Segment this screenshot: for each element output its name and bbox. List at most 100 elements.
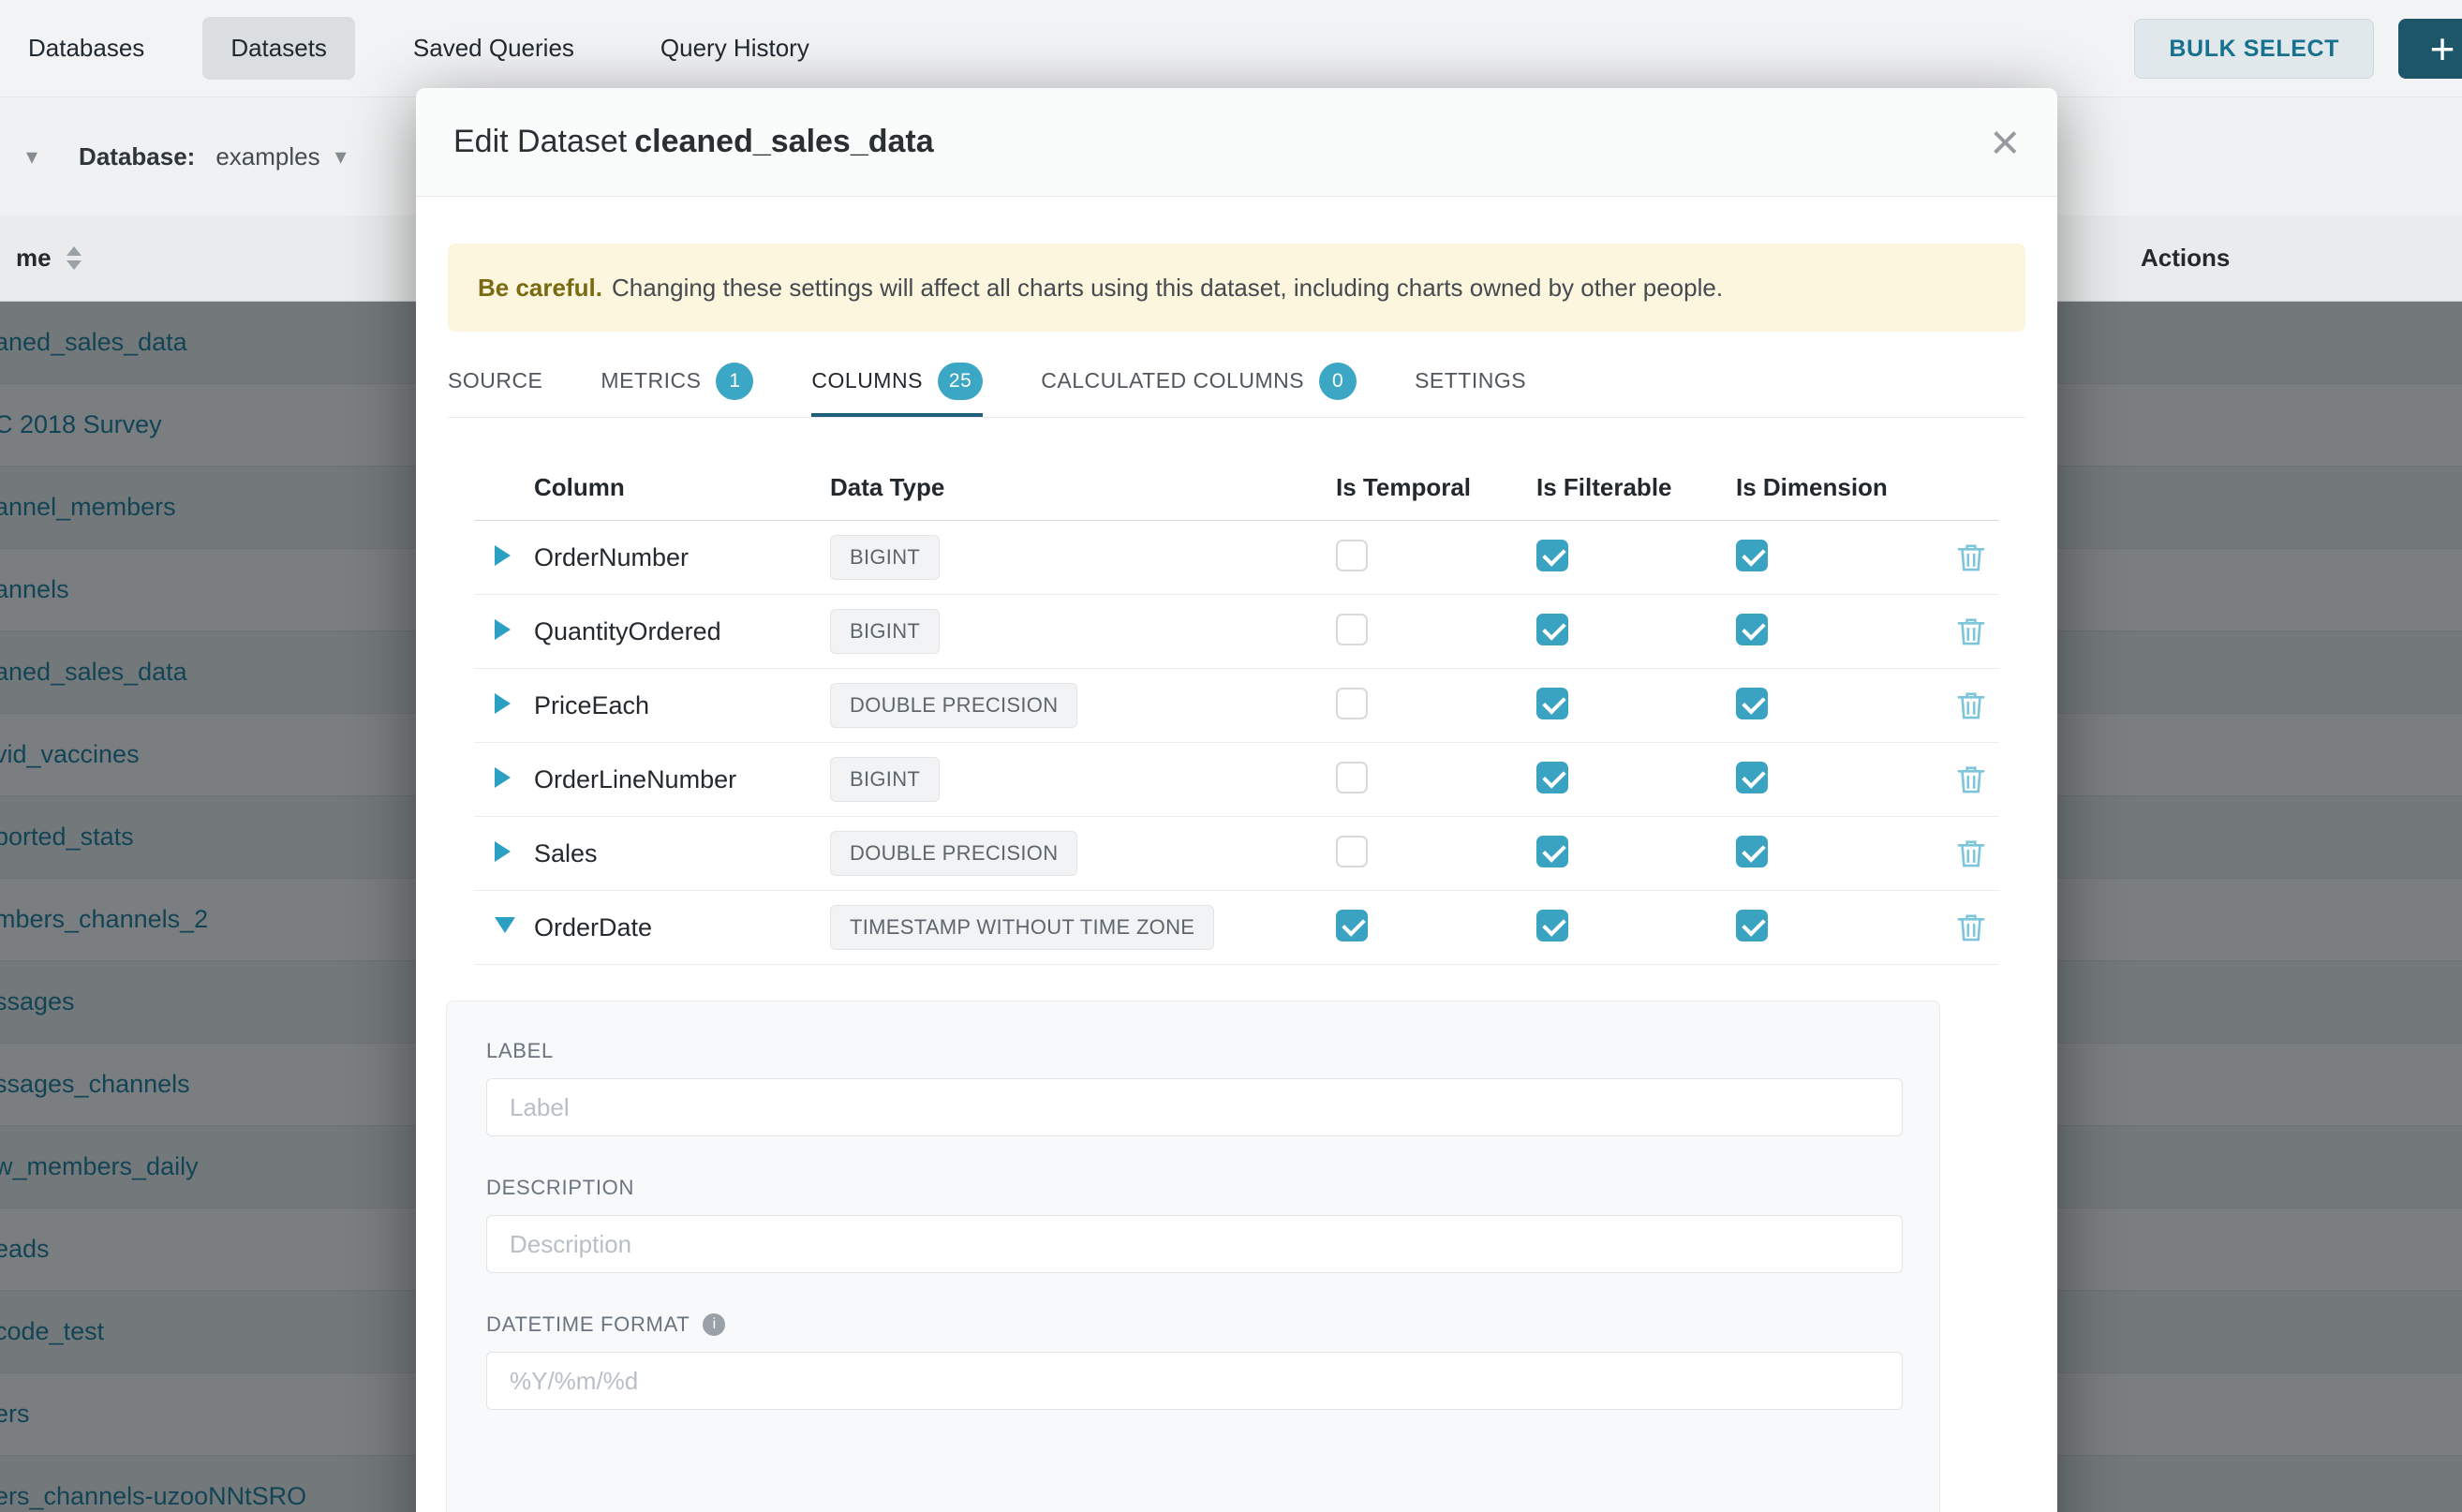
is-dimension-checkbox[interactable] [1736, 836, 1768, 867]
column-row: OrderDate TIMESTAMP WITHOUT TIME ZONE [474, 891, 1999, 965]
modal-title: Edit Datasetcleaned_sales_data [453, 124, 934, 160]
label-field: LABEL [486, 1039, 1900, 1136]
nav-tab-query-history[interactable]: Query History [632, 17, 838, 80]
trash-icon [1957, 690, 1985, 720]
trash-icon [1957, 764, 1985, 794]
column-name: OrderLineNumber [534, 765, 830, 794]
tab-columns[interactable]: COLUMNS 25 [811, 348, 983, 417]
header-is-temporal: Is Temporal [1336, 473, 1536, 502]
delete-column-button[interactable] [1957, 542, 1985, 572]
header-column: Column [534, 473, 830, 502]
data-type-pill: BIGINT [830, 535, 940, 580]
modal-title-prefix: Edit Dataset [453, 124, 627, 159]
calculated-columns-count-badge: 0 [1319, 363, 1357, 400]
chevron-down-icon[interactable]: ▾ [335, 143, 347, 170]
edit-dataset-modal: Edit Datasetcleaned_sales_data × Be care… [416, 88, 2057, 1512]
expand-caret-icon[interactable] [495, 693, 511, 714]
is-filterable-checkbox[interactable] [1536, 540, 1568, 571]
modal-header: Edit Datasetcleaned_sales_data × [416, 88, 2057, 197]
chevron-down-icon[interactable]: ▾ [26, 143, 37, 170]
tab-metrics[interactable]: METRICS 1 [601, 348, 753, 417]
is-temporal-checkbox[interactable] [1336, 762, 1368, 793]
actions-column-header: Actions [2141, 244, 2230, 273]
column-detail-panel: LABEL DESCRIPTION DATETIME FORMAT i [446, 1001, 1940, 1512]
tab-calculated-columns[interactable]: CALCULATED COLUMNS 0 [1041, 348, 1357, 417]
modal-title-dataset-name: cleaned_sales_data [634, 124, 933, 159]
datetime-format-input[interactable] [486, 1352, 1903, 1410]
expand-caret-icon[interactable] [495, 767, 511, 788]
tab-bar: SOURCE METRICS 1 COLUMNS 25 CALCULATED C… [448, 348, 2025, 418]
is-temporal-checkbox[interactable] [1336, 910, 1368, 941]
close-icon[interactable]: × [1990, 117, 2020, 168]
column-name: OrderDate [534, 913, 830, 942]
trash-icon [1957, 912, 1985, 942]
data-type-pill: DOUBLE PRECISION [830, 831, 1077, 876]
warning-banner: Be careful. Changing these settings will… [448, 244, 2025, 332]
column-row: PriceEach DOUBLE PRECISION [474, 669, 1999, 743]
datetime-format-field-label: DATETIME FORMAT [486, 1312, 690, 1337]
is-temporal-checkbox[interactable] [1336, 540, 1368, 571]
column-row: Sales DOUBLE PRECISION [474, 817, 1999, 891]
column-row: QuantityOrdered BIGINT [474, 595, 1999, 669]
is-dimension-checkbox[interactable] [1736, 762, 1768, 793]
metrics-count-badge: 1 [716, 363, 753, 400]
name-header-label: me [16, 244, 52, 273]
tab-label: SOURCE [448, 368, 542, 393]
is-dimension-checkbox[interactable] [1736, 614, 1768, 645]
is-temporal-checkbox[interactable] [1336, 836, 1368, 867]
label-field-label: LABEL [486, 1039, 554, 1063]
columns-table-header: Column Data Type Is Temporal Is Filterab… [474, 418, 1999, 521]
tab-settings[interactable]: SETTINGS [1415, 348, 1526, 417]
is-filterable-checkbox[interactable] [1536, 910, 1568, 941]
database-filter-value[interactable]: examples [215, 142, 319, 171]
is-filterable-checkbox[interactable] [1536, 688, 1568, 719]
delete-column-button[interactable] [1957, 838, 1985, 868]
info-icon[interactable]: i [703, 1313, 725, 1336]
tab-source[interactable]: SOURCE [448, 348, 542, 417]
add-dataset-button[interactable]: + [2398, 19, 2462, 79]
tab-label: SETTINGS [1415, 368, 1526, 393]
column-row: OrderNumber BIGINT [474, 521, 1999, 595]
data-type-pill: DOUBLE PRECISION [830, 683, 1077, 728]
data-type-pill: TIMESTAMP WITHOUT TIME ZONE [830, 905, 1214, 950]
warning-text: Changing these settings will affect all … [612, 274, 1723, 303]
description-input[interactable] [486, 1215, 1903, 1273]
top-nav: Databases Datasets Saved Queries Query H… [0, 0, 2462, 97]
data-type-pill: BIGINT [830, 609, 940, 654]
is-dimension-checkbox[interactable] [1736, 540, 1768, 571]
column-name: QuantityOrdered [534, 617, 830, 646]
expand-caret-icon[interactable] [495, 545, 511, 566]
column-name: OrderNumber [534, 543, 830, 572]
trash-icon [1957, 542, 1985, 572]
is-dimension-checkbox[interactable] [1736, 910, 1768, 941]
data-type-pill: BIGINT [830, 757, 940, 802]
delete-column-button[interactable] [1957, 690, 1985, 720]
nav-tab-databases[interactable]: Databases [0, 17, 172, 80]
is-filterable-checkbox[interactable] [1536, 762, 1568, 793]
collapse-caret-icon[interactable] [495, 917, 515, 933]
is-filterable-checkbox[interactable] [1536, 836, 1568, 867]
trash-icon [1957, 838, 1985, 868]
header-data-type: Data Type [830, 473, 1336, 502]
database-filter-label: Database: [79, 142, 195, 171]
tab-label: CALCULATED COLUMNS [1041, 368, 1304, 393]
column-name: Sales [534, 839, 830, 868]
bulk-select-button[interactable]: BULK SELECT [2134, 19, 2374, 79]
is-temporal-checkbox[interactable] [1336, 614, 1368, 645]
is-dimension-checkbox[interactable] [1736, 688, 1768, 719]
column-row: OrderLineNumber BIGINT [474, 743, 1999, 817]
delete-column-button[interactable] [1957, 616, 1985, 646]
tab-label: METRICS [601, 368, 701, 393]
delete-column-button[interactable] [1957, 764, 1985, 794]
trash-icon [1957, 616, 1985, 646]
expand-caret-icon[interactable] [495, 619, 511, 640]
label-input[interactable] [486, 1078, 1903, 1136]
expand-caret-icon[interactable] [495, 841, 511, 862]
sort-icon [67, 246, 82, 270]
is-filterable-checkbox[interactable] [1536, 614, 1568, 645]
nav-tab-saved-queries[interactable]: Saved Queries [385, 17, 602, 80]
delete-column-button[interactable] [1957, 912, 1985, 942]
name-column-header[interactable]: me [16, 244, 82, 273]
is-temporal-checkbox[interactable] [1336, 688, 1368, 719]
nav-tab-datasets[interactable]: Datasets [202, 17, 355, 80]
